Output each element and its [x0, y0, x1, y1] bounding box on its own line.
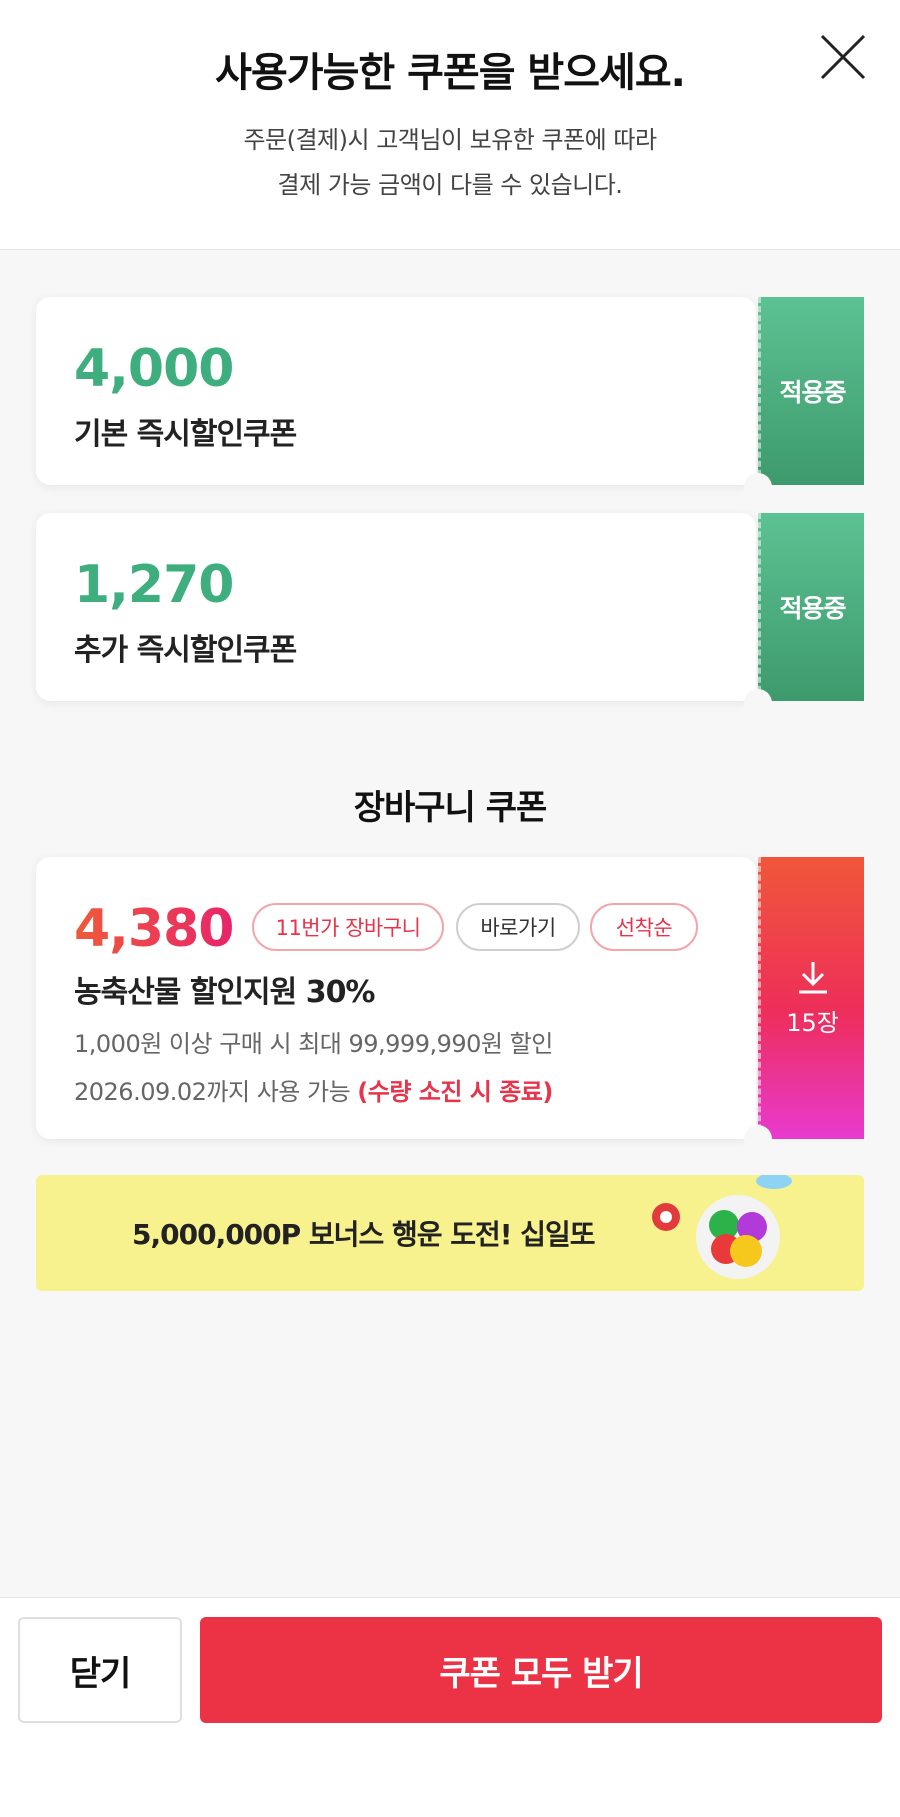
close-button[interactable]: 닫기	[18, 1617, 182, 1723]
cart-coupon-description: 1,000원 이상 구매 시 최대 99,999,990원 할인 2026.09…	[74, 1020, 553, 1116]
cart-coupon-amount: 4,380	[74, 899, 234, 959]
cart-coupon-warning: (수량 소진 시 종료)	[357, 1078, 553, 1106]
subtitle-line-1: 주문(결제)시 고객님이 보유한 쿠폰에 따라	[243, 126, 657, 154]
applied-status-label: 적용중	[779, 378, 846, 407]
modal-subtitle: 주문(결제)시 고객님이 보유한 쿠폰에 따라 결제 가능 금액이 다를 수 있…	[0, 118, 900, 208]
coupon-name: 기본 즉시할인쿠폰	[74, 417, 297, 452]
ticket-notch	[744, 1125, 772, 1153]
lotto-banner[interactable]: 5,000,000P 보너스 행운 도전! 십일또	[36, 1175, 864, 1291]
subtitle-line-2: 결제 가능 금액이 다를 수 있습니다.	[277, 171, 623, 199]
coupon-amount: 4,000	[74, 339, 234, 399]
close-icon[interactable]	[818, 32, 868, 82]
modal-title: 사용가능한 쿠폰을 받으세요.	[215, 50, 686, 96]
chip-cart: 11번가 장바구니	[252, 903, 444, 951]
coupon-amount: 1,270	[74, 555, 234, 615]
modal-footer: 닫기 쿠폰 모두 받기	[0, 1597, 900, 1737]
chip-first-come: 선착순	[590, 903, 698, 951]
applied-coupon-card: 4,000 기본 즉시할인쿠폰 적용중	[36, 297, 864, 501]
cart-coupon-body: 4,380 11번가 장바구니 바로가기 선착순 농축산물 할인지원 30% 1…	[36, 857, 756, 1139]
coupon-name: 추가 즉시할인쿠폰	[74, 633, 297, 668]
coupon-count: 15장	[786, 1008, 839, 1037]
cart-coupon-name: 농축산물 할인지원 30%	[74, 975, 375, 1010]
applied-status-tab: 적용중	[758, 297, 864, 485]
banner-text: 5,000,000P 보너스 행운 도전! 십일또	[132, 1218, 596, 1251]
cart-coupon-validity-line: 2026.09.02까지 사용 가능 (수량 소진 시 종료)	[74, 1068, 553, 1116]
cart-coupon-card: 4,380 11번가 장바구니 바로가기 선착순 농축산물 할인지원 30% 1…	[36, 857, 864, 1153]
cart-coupon-validity: 2026.09.02까지 사용 가능	[74, 1078, 351, 1106]
bottom-safe-area	[0, 1737, 900, 1817]
cart-coupon-condition: 1,000원 이상 구매 시 최대 99,999,990원 할인	[74, 1030, 553, 1058]
coupon-body: 1,270 추가 즉시할인쿠폰	[36, 513, 756, 701]
download-coupon-button[interactable]: 15장	[758, 857, 864, 1139]
applied-coupon-card: 1,270 추가 즉시할인쿠폰 적용중	[36, 513, 864, 717]
ticket-notch	[744, 689, 772, 717]
download-icon	[798, 961, 827, 993]
ticket-notch	[744, 473, 772, 501]
lottery-balls-icon	[652, 1175, 792, 1279]
modal-header: 사용가능한 쿠폰을 받으세요. 주문(결제)시 고객님이 보유한 쿠폰에 따라 …	[0, 0, 900, 250]
coupon-body: 4,000 기본 즉시할인쿠폰	[36, 297, 756, 485]
get-all-coupons-button[interactable]: 쿠폰 모두 받기	[200, 1617, 882, 1723]
cart-section-title: 장바구니 쿠폰	[353, 788, 548, 828]
shortcut-chip[interactable]: 바로가기	[456, 903, 580, 951]
applied-status-label: 적용중	[779, 594, 846, 623]
applied-status-tab: 적용중	[758, 513, 864, 701]
